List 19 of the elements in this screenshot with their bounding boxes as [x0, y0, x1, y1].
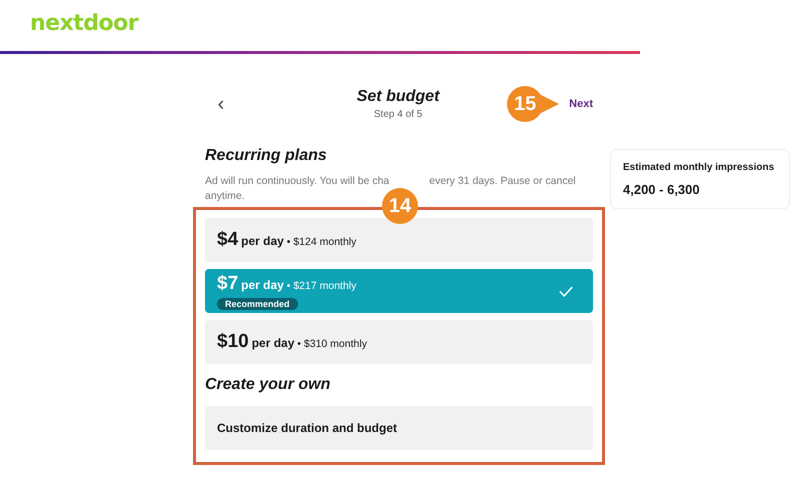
checkmark-icon — [559, 286, 573, 296]
description-text: Ad will run continuously. You will be cha — [205, 175, 390, 187]
plan-option[interactable]: $7 per day • $217 monthly Recommended — [205, 269, 593, 313]
step-callout: 14 — [382, 188, 418, 224]
back-button[interactable]: ‹ — [209, 92, 233, 116]
page-title: Set budget — [356, 88, 441, 106]
description-text: anytime. — [205, 190, 245, 202]
step-callout: 15 — [507, 86, 560, 122]
estimate-value: 4,200 - 6,300 — [623, 182, 701, 197]
next-button[interactable]: Next — [569, 98, 593, 110]
section-heading: Create your own — [205, 376, 332, 394]
estimate-label: Estimated monthly impressions — [623, 162, 776, 173]
plan-option[interactable]: $4 per day • $124 monthly — [205, 218, 593, 262]
recommended-badge: Recommended — [217, 298, 298, 310]
description-text: every 31 days. Pause or cancel — [429, 175, 576, 187]
plan-option[interactable]: $10 per day • $310 monthly — [205, 320, 593, 364]
customize-option[interactable]: Customize duration and budget — [205, 406, 593, 450]
step-indicator: Step 4 of 5 — [372, 109, 424, 120]
section-heading: Recurring plans — [205, 147, 328, 165]
